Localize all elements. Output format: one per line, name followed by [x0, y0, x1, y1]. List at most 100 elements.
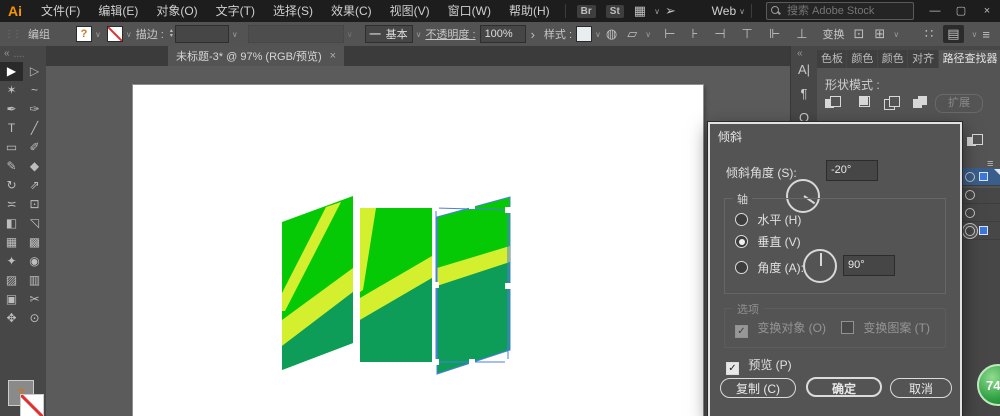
menu-help[interactable]: 帮助(H): [500, 4, 559, 18]
stock-search[interactable]: [766, 2, 914, 20]
hand-tool[interactable]: ✥: [0, 309, 23, 328]
layer-row[interactable]: [959, 204, 1000, 222]
stroke-profile-dropdown[interactable]: — 基本: [365, 25, 413, 43]
handle-top-right[interactable]: [505, 207, 511, 213]
menu-edit[interactable]: 编辑(E): [89, 4, 147, 18]
magic-wand-tool[interactable]: ✶: [0, 81, 23, 100]
close-tab-icon[interactable]: ×: [330, 50, 336, 62]
pathfinder-divide-icon[interactable]: [967, 134, 983, 148]
axis-horizontal-option[interactable]: 水平 (H): [735, 211, 801, 228]
rectangle-tool[interactable]: ▭: [0, 138, 23, 157]
align-vertical-bottom-icon[interactable]: ⊥: [796, 26, 813, 41]
target-icon[interactable]: [965, 190, 975, 200]
curvature-tool[interactable]: ✑: [23, 100, 46, 119]
ok-button[interactable]: 确定: [806, 377, 882, 397]
chevron-down-icon[interactable]: ∨: [739, 7, 745, 16]
perspective-grid-tool[interactable]: ◹: [23, 214, 46, 233]
chevron-down-icon[interactable]: ∨: [654, 7, 660, 16]
align-vertical-top-icon[interactable]: ⊤: [742, 26, 759, 41]
align-vertical-middle-icon[interactable]: ⊩: [769, 26, 786, 41]
tab-color[interactable]: 颜色: [847, 50, 876, 68]
expand-button[interactable]: 扩展: [935, 94, 983, 113]
layer-row-selected[interactable]: [959, 168, 1000, 186]
width-tool[interactable]: ≍: [0, 195, 23, 214]
workspace-switcher[interactable]: Web: [712, 4, 736, 18]
stroke-weight-value[interactable]: [175, 25, 229, 43]
stroke-color-swatch[interactable]: [107, 26, 123, 42]
tab-align[interactable]: 对齐: [908, 50, 937, 68]
style-swatch[interactable]: [576, 26, 592, 42]
column-graph-tool[interactable]: ▥: [23, 271, 46, 290]
axis-angle-option[interactable]: 角度 (A):: [735, 259, 804, 276]
align-horizontal-right-icon[interactable]: ⊣: [714, 26, 731, 41]
stroke-weight-stepper[interactable]: ▴ ▾: [170, 29, 173, 39]
bridge-button[interactable]: Br: [577, 5, 596, 18]
radio-angle[interactable]: [735, 261, 748, 274]
pen-tool[interactable]: ✒: [0, 100, 23, 119]
type-tool[interactable]: T: [0, 119, 23, 138]
eraser-tool[interactable]: ◆: [23, 157, 46, 176]
transform-link[interactable]: 变换: [823, 26, 845, 42]
menu-type[interactable]: 文字(T): [207, 4, 264, 18]
handle-bottom-left[interactable]: [433, 359, 439, 365]
step-down-icon[interactable]: ▾: [170, 34, 173, 39]
scale-tool[interactable]: ⇗: [23, 176, 46, 195]
lasso-tool[interactable]: ~: [23, 81, 46, 100]
radio-horizontal[interactable]: [735, 213, 748, 226]
align-horizontal-center-icon[interactable]: ⊦: [691, 26, 704, 41]
list-icon[interactable]: ≡: [982, 27, 990, 42]
menu-view[interactable]: 视图(V): [381, 4, 439, 18]
preview-option[interactable]: ✓ 预览 (P): [726, 356, 792, 375]
restore-button[interactable]: ▢: [948, 0, 974, 22]
panel-mode-icon[interactable]: ▤: [943, 25, 963, 43]
layout-icon[interactable]: ▦: [634, 3, 646, 19]
handle-mid-right[interactable]: [505, 283, 511, 289]
chevron-down-icon[interactable]: ∨: [972, 30, 978, 39]
chevron-down-icon[interactable]: ∨: [126, 30, 132, 39]
blend-tool[interactable]: ◉: [23, 252, 46, 271]
line-segment-tool[interactable]: ╱: [23, 119, 46, 138]
cancel-button[interactable]: 取消: [890, 378, 952, 398]
intersect-icon[interactable]: [884, 96, 900, 110]
collapse-panel-icon[interactable]: «: [4, 48, 10, 59]
handle-top-left[interactable]: [433, 205, 439, 211]
shear-angle-input[interactable]: -20°: [826, 160, 878, 181]
target-icon[interactable]: [965, 172, 975, 182]
selection-indicator[interactable]: [979, 172, 988, 181]
menu-object[interactable]: 对象(O): [147, 4, 206, 18]
gradient-tool[interactable]: ▩: [23, 233, 46, 252]
direct-selection-tool[interactable]: ▷: [23, 62, 46, 81]
stock-button[interactable]: St: [606, 5, 624, 18]
shape-builder-tool[interactable]: ◧: [0, 214, 23, 233]
chevron-down-icon[interactable]: ∨: [416, 30, 422, 39]
handle-mid-left[interactable]: [433, 282, 439, 288]
chevron-down-icon[interactable]: ∨: [893, 30, 899, 39]
checkbox-preview[interactable]: ✓: [726, 362, 739, 375]
paintbrush-tool[interactable]: ✐: [23, 138, 46, 157]
shape-properties-icon[interactable]: ▱: [627, 26, 637, 42]
menu-file[interactable]: 文件(F): [32, 4, 89, 18]
axis-vertical-option[interactable]: 垂直 (V): [735, 233, 801, 250]
fill-color-swatch[interactable]: ?: [76, 26, 92, 42]
chevron-down-icon[interactable]: ∨: [95, 30, 101, 39]
align-horizontal-left-icon[interactable]: ⊢: [664, 26, 681, 41]
panel-grip[interactable]: ⋮⋮: [4, 29, 20, 40]
selection-indicator[interactable]: [979, 226, 988, 235]
paragraph-panel-icon[interactable]: ¶: [791, 82, 817, 106]
opacity-label[interactable]: 不透明度 :: [425, 26, 475, 42]
radio-vertical[interactable]: [735, 235, 748, 248]
chevron-down-icon[interactable]: ∨: [645, 30, 651, 39]
symbol-sprayer-tool[interactable]: ▨: [0, 271, 23, 290]
layer-row[interactable]: [959, 186, 1000, 204]
search-input[interactable]: [785, 4, 909, 18]
eyedropper-tool[interactable]: ✦: [0, 252, 23, 271]
layer-row[interactable]: [959, 222, 1000, 240]
menu-window[interactable]: 窗口(W): [439, 4, 500, 18]
minus-front-icon[interactable]: [854, 96, 870, 110]
free-transform-tool[interactable]: ⊡: [23, 195, 46, 214]
axis-angle-dial[interactable]: [803, 249, 837, 283]
stroke-indicator[interactable]: [20, 394, 44, 416]
launch-icon[interactable]: ➢: [665, 3, 676, 19]
opacity-value[interactable]: 100%: [480, 25, 526, 43]
menu-effect[interactable]: 效果(C): [322, 4, 381, 18]
